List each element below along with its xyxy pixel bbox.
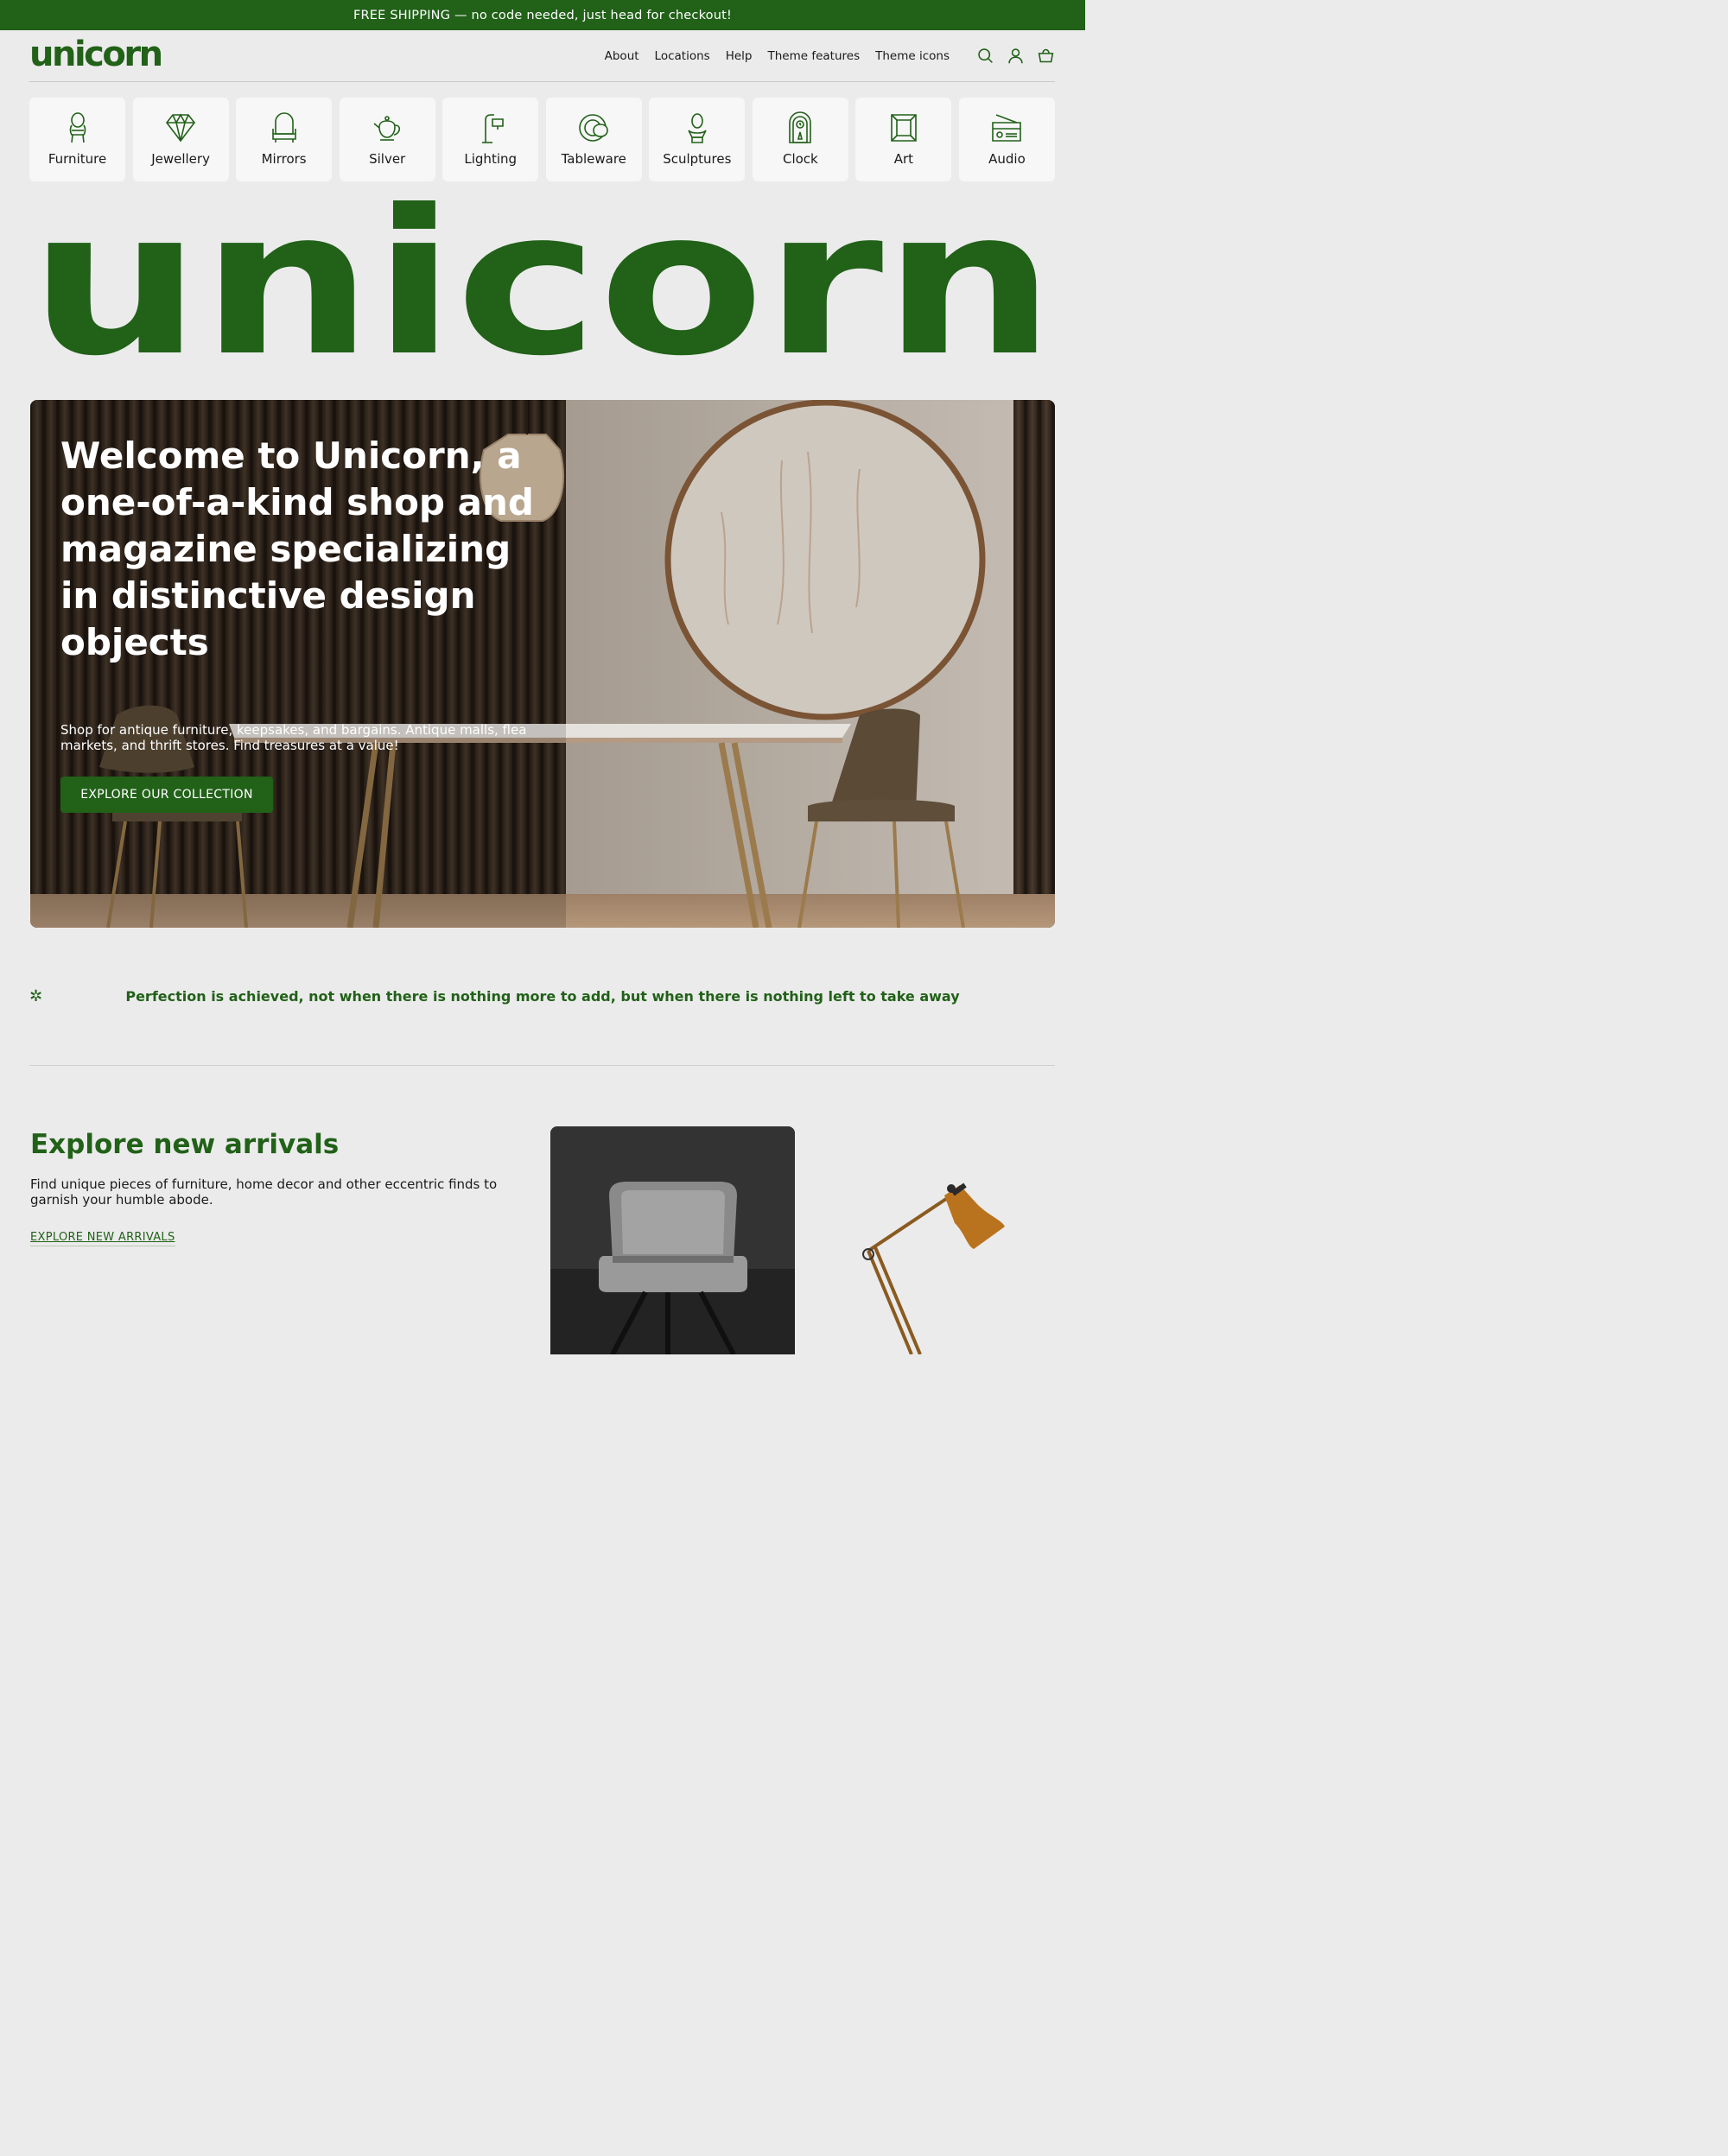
plate-icon (578, 111, 609, 144)
site-header: unicorn About Locations Help Theme featu… (29, 30, 1055, 82)
teapot-icon (372, 111, 403, 144)
announcement-bar: FREE SHIPPING — no code needed, just hea… (0, 0, 1085, 30)
logo[interactable]: unicorn (29, 35, 163, 73)
category-label: Art (893, 151, 914, 167)
hero-title: Welcome to Unicorn, a one-of-a-kind shop… (60, 434, 534, 663)
arrivals-title: Explore new arrivals (30, 1129, 340, 1160)
search-icon[interactable] (976, 47, 994, 65)
category-art[interactable]: Art (855, 98, 952, 181)
asterisk-icon: ✲ (29, 987, 43, 1005)
category-bar: Furniture Jewellery Mirrors Silver Light… (29, 98, 1055, 181)
category-lighting[interactable]: Lighting (442, 98, 539, 181)
category-label: Silver (369, 151, 406, 167)
clock-icon (785, 111, 816, 144)
frame-icon (888, 111, 919, 144)
header-icons (976, 47, 1055, 65)
cart-icon[interactable] (1037, 47, 1055, 65)
category-tableware[interactable]: Tableware (545, 98, 642, 181)
category-label: Sculptures (663, 151, 732, 167)
arrivals-description: Find unique pieces of furniture, home de… (30, 1176, 498, 1208)
explore-new-arrivals-link[interactable]: EXPLORE NEW ARRIVALS (30, 1231, 175, 1246)
big-wordmark-text: unicorn (29, 200, 1055, 360)
lamp-icon (475, 111, 506, 144)
category-label: Lighting (464, 151, 518, 167)
mirror-icon (269, 111, 300, 144)
category-clock[interactable]: Clock (752, 98, 848, 181)
category-label: Mirrors (261, 151, 307, 167)
big-wordmark: unicorn (29, 200, 1055, 360)
nav-theme-features[interactable]: Theme features (767, 49, 860, 63)
quote-text: Perfection is achieved, not when there i… (125, 988, 960, 1005)
main-nav: About Locations Help Theme features Them… (605, 49, 950, 63)
category-audio[interactable]: Audio (958, 98, 1055, 181)
bust-icon (682, 111, 713, 144)
nav-locations[interactable]: Locations (655, 49, 710, 63)
category-label: Jewellery (151, 151, 210, 167)
category-label: Furniture (48, 151, 107, 167)
hero-subtitle: Shop for antique furniture, keepsakes, a… (60, 722, 527, 753)
nav-theme-icons[interactable]: Theme icons (875, 49, 950, 63)
announcement-text: FREE SHIPPING — no code needed, just hea… (353, 8, 733, 22)
category-label: Audio (988, 151, 1026, 167)
chair-image (550, 1126, 795, 1354)
product-card-lamp[interactable] (808, 1126, 1055, 1354)
category-mirrors[interactable]: Mirrors (236, 98, 333, 181)
explore-collection-button[interactable]: EXPLORE OUR COLLECTION (60, 777, 273, 813)
diamond-icon (165, 111, 196, 144)
category-label: Tableware (561, 151, 626, 167)
category-silver[interactable]: Silver (339, 98, 435, 181)
nav-help[interactable]: Help (726, 49, 753, 63)
category-label: Clock (782, 151, 818, 167)
category-furniture[interactable]: Furniture (29, 98, 126, 181)
lamp-image (862, 1183, 1005, 1354)
category-jewellery[interactable]: Jewellery (132, 98, 229, 181)
quote-section: ✲ Perfection is achieved, not when there… (29, 986, 1055, 1007)
hero-banner: Welcome to Unicorn, a one-of-a-kind shop… (30, 400, 1055, 928)
product-card-chair[interactable] (550, 1126, 795, 1354)
nav-about[interactable]: About (605, 49, 639, 63)
radio-icon (991, 111, 1022, 144)
category-sculptures[interactable]: Sculptures (649, 98, 746, 181)
chair-icon (62, 111, 93, 144)
account-icon[interactable] (1007, 47, 1025, 65)
section-divider (29, 1065, 1055, 1066)
